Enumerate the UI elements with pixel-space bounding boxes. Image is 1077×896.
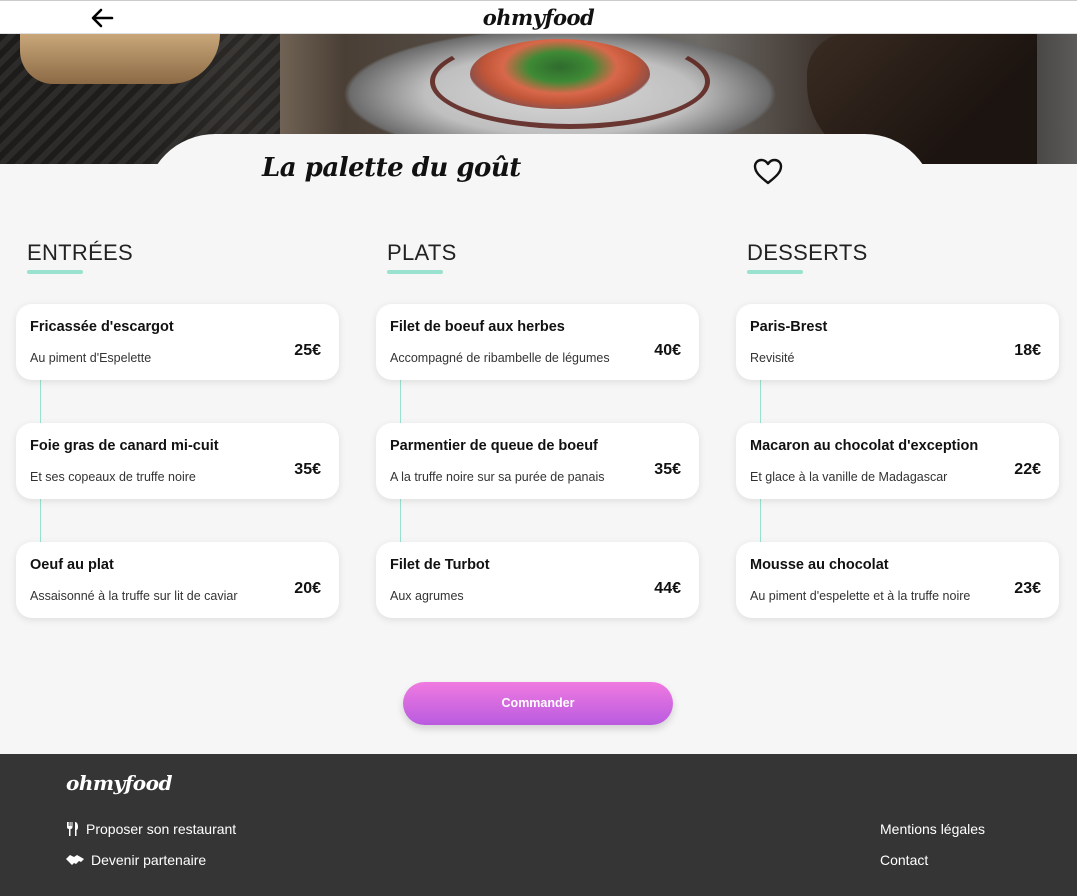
title-underline [387,270,443,274]
column-title: DESSERTS [747,240,868,265]
menu-item-card[interactable]: Parmentier de queue de boeuf A la truffe… [376,423,699,499]
dish-price: 40€ [654,342,681,359]
menu-item-card[interactable]: Macaron au chocolat d'exception Et glace… [736,423,1059,499]
propose-restaurant-link[interactable]: Proposer son restaurant [66,821,236,837]
contact-link[interactable]: Contact [880,852,928,868]
dish-price: 35€ [654,461,681,478]
dish-price: 25€ [294,342,321,359]
footer-brand-logo[interactable]: ohmyfood [66,771,172,795]
dish-name: Fricassée d'escargot [30,319,174,335]
dish-description: Revisité [750,351,795,365]
dish-price: 44€ [654,580,681,597]
menu-item-card[interactable]: Paris-Brest Revisité 18€ [736,304,1059,380]
dish-description: Accompagné de ribambelle de légumes [390,351,610,365]
become-partner-label: Devenir partenaire [91,852,207,868]
dish-description: Aux agrumes [390,589,464,603]
favorite-heart-icon[interactable] [752,157,784,185]
dish-name: Foie gras de canard mi-cuit [30,438,219,454]
column-title: ENTRÉES [27,240,134,265]
menu-item-card[interactable]: Oeuf au plat Assaisonné à la truffe sur … [16,542,339,618]
dish-name: Oeuf au plat [30,557,114,573]
dish-name: Parmentier de queue de boeuf [390,438,598,454]
dish-description: Assaisonné à la truffe sur lit de caviar [30,589,238,603]
menu-item-card[interactable]: Fricassée d'escargot Au piment d'Espelet… [16,304,339,380]
propose-restaurant-label: Proposer son restaurant [86,821,237,837]
footer: ohmyfood Proposer son restaurant Devenir… [0,754,1077,896]
dish-name: Paris-Brest [750,319,828,335]
column-title: PLATS [387,240,457,265]
menu-column-desserts: DESSERTS Paris-Brest Revisité 18€ Macaro… [736,240,1061,618]
dish-description: Et ses copeaux de truffe noire [30,470,196,484]
dish-description: Au piment d'espelette et à la truffe noi… [750,589,971,603]
menu-item-card[interactable]: Foie gras de canard mi-cuit Et ses copea… [16,423,339,499]
become-partner-link[interactable]: Devenir partenaire [66,852,206,868]
legal-notice-link[interactable]: Mentions légales [880,821,985,837]
restaurant-title: La palette du goût [262,153,521,183]
dish-name: Filet de boeuf aux herbes [390,319,565,335]
dish-description: Et glace à la vanille de Madagascar [750,470,948,484]
brand-logo[interactable]: ohmyfood [0,5,1077,30]
dish-price: 22€ [1014,461,1041,478]
order-button[interactable]: Commander [403,682,673,725]
menu-column-plats: PLATS Filet de boeuf aux herbes Accompag… [376,240,701,618]
handshake-icon [66,855,84,865]
dish-price: 23€ [1014,580,1041,597]
dish-price: 18€ [1014,342,1041,359]
dish-name: Mousse au chocolat [750,557,889,573]
dish-name: Filet de Turbot [390,557,490,573]
menu-column-entrees: ENTRÉES Fricassée d'escargot Au piment d… [16,240,341,618]
dish-price: 35€ [294,461,321,478]
dish-description: A la truffe noire sur sa purée de panais [390,470,605,484]
title-underline [747,270,803,274]
dish-price: 20€ [294,580,321,597]
dish-description: Au piment d'Espelette [30,351,152,365]
utensils-icon [67,822,78,836]
menu-item-card[interactable]: Filet de Turbot Aux agrumes 44€ [376,542,699,618]
menu-item-card[interactable]: Filet de boeuf aux herbes Accompagné de … [376,304,699,380]
menu-item-card[interactable]: Mousse au chocolat Au piment d'espelette… [736,542,1059,618]
top-bar: ohmyfood [0,0,1077,34]
dish-name: Macaron au chocolat d'exception [750,438,979,454]
title-underline [27,270,83,274]
